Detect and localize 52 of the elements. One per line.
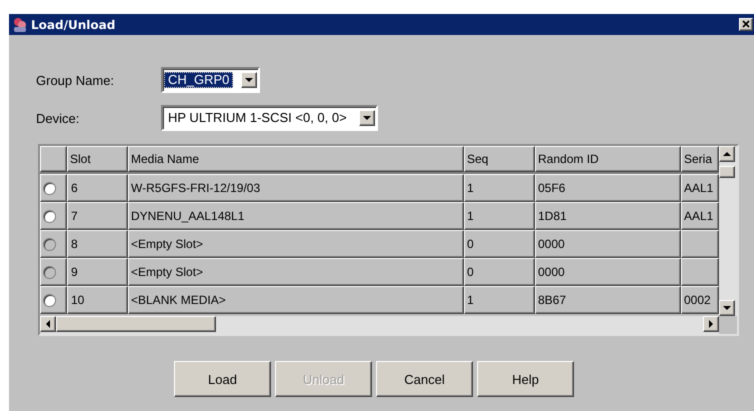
scroll-right-icon[interactable]: [703, 316, 719, 332]
table-cell: 1D81: [535, 202, 681, 230]
dropdown-value: HP ULTRIUM 1-SCSI <0, 0, 0>: [167, 110, 348, 126]
table-cell: 0: [464, 230, 535, 258]
scroll-left-icon[interactable]: [40, 316, 56, 332]
table-cell: <Empty Slot>: [128, 258, 464, 286]
scroll-down-icon[interactable]: [719, 300, 735, 316]
table-cell: 10: [67, 286, 128, 314]
help-button[interactable]: Help: [477, 361, 574, 397]
table-cell: 1: [464, 286, 535, 314]
table-cell: 0: [464, 258, 535, 286]
table-cell: <BLANK MEDIA>: [128, 286, 464, 314]
table-cell: 1: [464, 202, 535, 230]
radio-button[interactable]: [43, 210, 56, 222]
radio-button[interactable]: [43, 182, 56, 194]
table-cell: AAL1: [681, 202, 719, 230]
vertical-scrollbar[interactable]: [719, 146, 737, 316]
column-header[interactable]: Slot: [67, 146, 128, 172]
table-cell: 8: [67, 230, 128, 258]
table-cell: 7: [67, 202, 128, 230]
scroll-thumb[interactable]: [56, 316, 216, 332]
table-cell: 0000: [535, 258, 681, 286]
scroll-up-icon[interactable]: [719, 146, 735, 162]
scroll-thumb[interactable]: [719, 166, 735, 178]
cancel-button[interactable]: Cancel: [376, 361, 473, 397]
table-cell: DYNENU_AAL148L1: [128, 202, 464, 230]
column-header[interactable]: Media Name: [128, 146, 464, 172]
table-cell: 8B67: [535, 286, 681, 314]
load-button[interactable]: Load: [174, 361, 271, 397]
app-icon: [12, 16, 28, 32]
table-cell: W-R5GFS-FRI-12/19/03: [128, 174, 464, 202]
dropdown-value: CH_GRP0: [164, 72, 234, 88]
field-label: Group Name:: [35, 72, 116, 88]
table-cell: 0000: [535, 230, 681, 258]
table-cell: <Empty Slot>: [128, 230, 464, 258]
field-label: Device:: [35, 110, 80, 126]
table-cell: AAL1: [681, 174, 719, 202]
dropdown[interactable]: HP ULTRIUM 1-SCSI <0, 0, 0>: [161, 105, 378, 131]
column-header[interactable]: [40, 146, 67, 172]
table-cell: 0002: [681, 286, 719, 314]
table-cell: 1: [464, 174, 535, 202]
close-icon[interactable]: [739, 18, 753, 31]
table-cell: 6: [67, 174, 128, 202]
column-header[interactable]: Seq: [464, 146, 535, 172]
window-title: Load/Unload: [31, 18, 116, 32]
column-header[interactable]: Seria: [681, 146, 719, 172]
column-header[interactable]: Random ID: [535, 146, 681, 172]
radio-button[interactable]: [43, 294, 56, 306]
dropdown[interactable]: CH_GRP0: [161, 67, 260, 93]
table-cell: 05F6: [535, 174, 681, 202]
horizontal-scrollbar[interactable]: [40, 316, 719, 334]
table-cell: 9: [67, 258, 128, 286]
